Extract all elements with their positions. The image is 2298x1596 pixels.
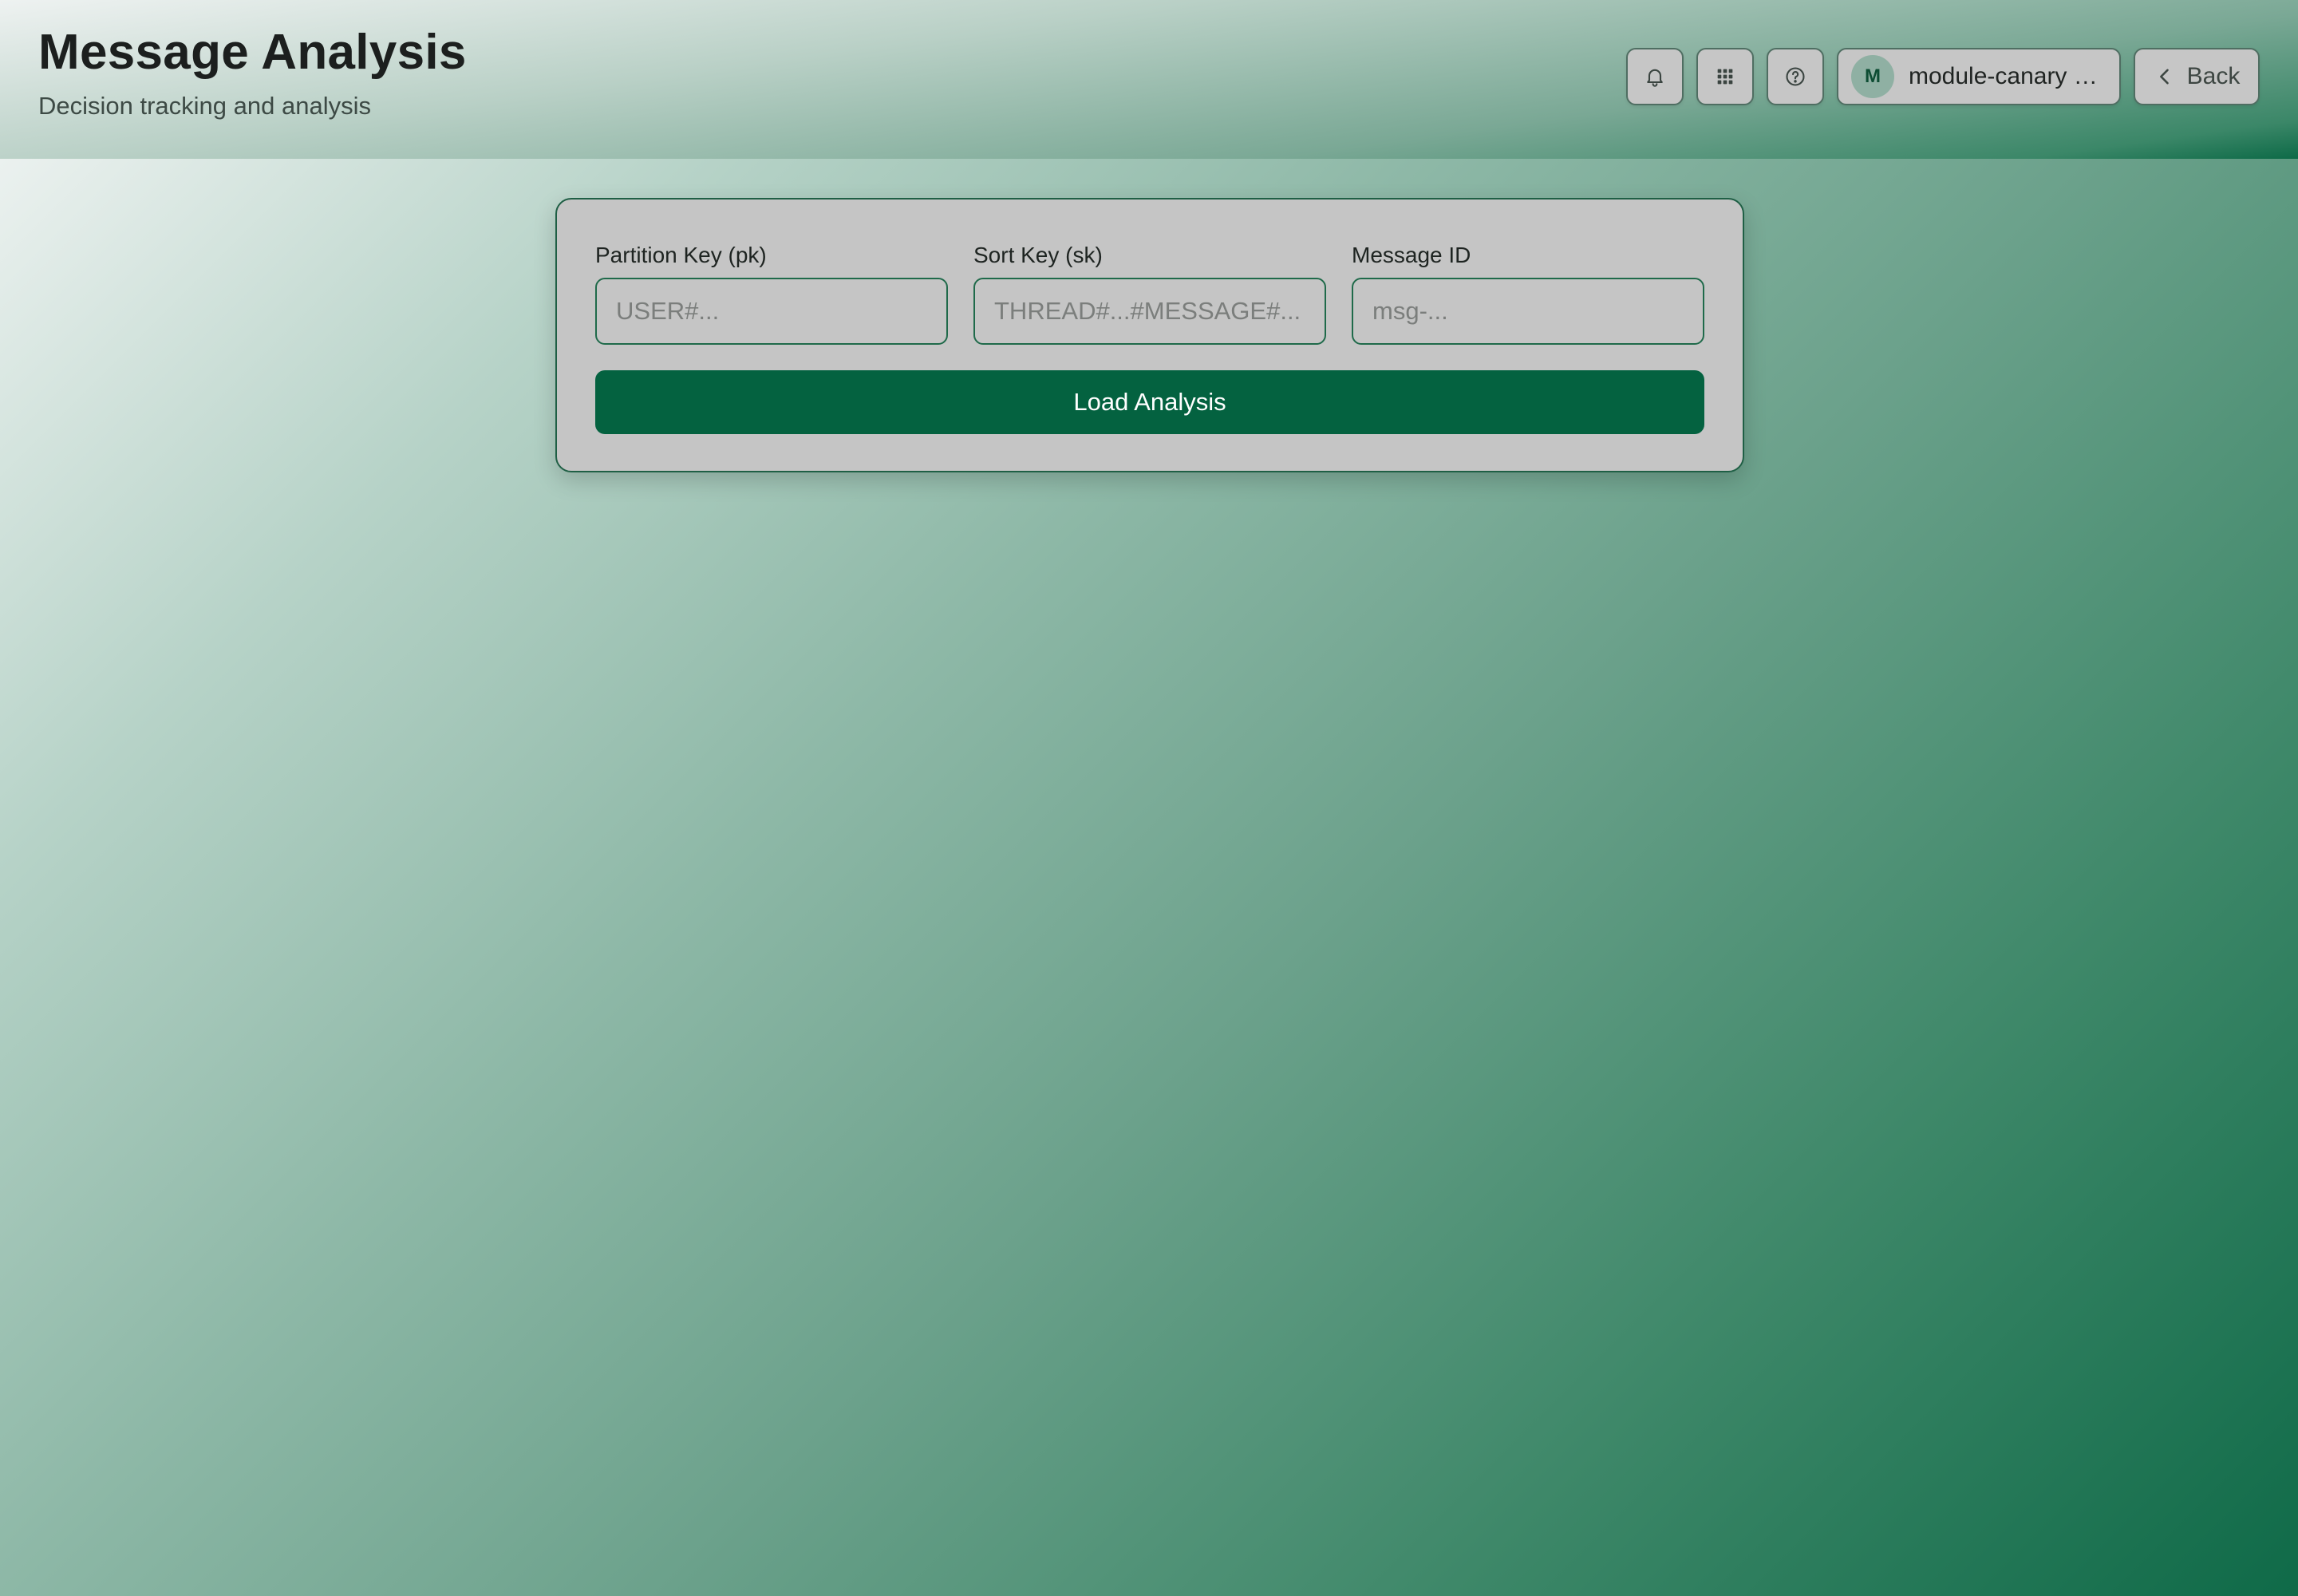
help-icon (1786, 67, 1805, 86)
help-button[interactable] (1767, 48, 1824, 105)
message-id-input[interactable] (1352, 278, 1704, 345)
load-analysis-button[interactable]: Load Analysis (595, 370, 1704, 434)
partition-key-label: Partition Key (pk) (595, 243, 767, 267)
page-title: Message Analysis (38, 25, 467, 80)
back-button[interactable]: Back (2134, 48, 2260, 105)
avatar: M (1851, 55, 1894, 98)
apps-button[interactable] (1696, 48, 1754, 105)
grid-icon (1717, 69, 1733, 85)
message-id-label: Message ID (1352, 243, 1471, 267)
bell-icon (1647, 69, 1663, 87)
user-menu-button[interactable]: M module-canary S… (1837, 48, 2121, 105)
sort-key-label: Sort Key (sk) (973, 243, 1103, 267)
notifications-button[interactable] (1626, 48, 1684, 105)
header-bar: Message Analysis Decision tracking and a… (0, 0, 2298, 159)
back-label: Back (2186, 63, 2241, 89)
partition-key-input[interactable] (595, 278, 948, 345)
sort-key-input[interactable] (973, 278, 1326, 345)
page-subtitle: Decision tracking and analysis (38, 92, 371, 120)
user-name: module-canary S… (1909, 63, 2108, 89)
analysis-form-card: Partition Key (pk) Sort Key (sk) Message… (555, 198, 1744, 472)
chevron-left-icon (2159, 69, 2169, 85)
